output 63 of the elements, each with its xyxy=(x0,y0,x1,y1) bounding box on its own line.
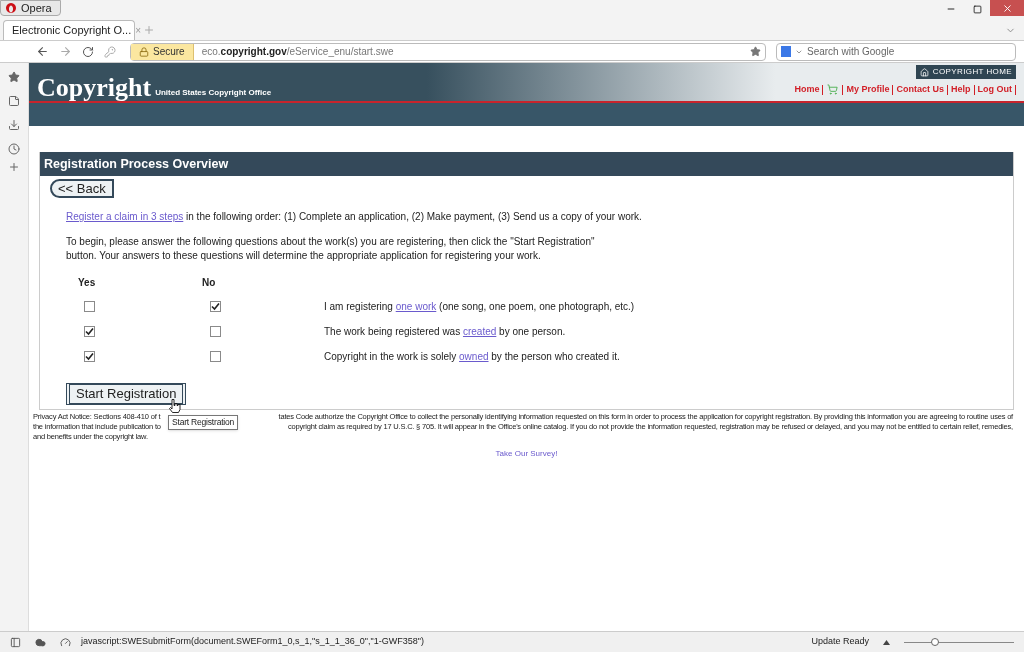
intro-text: Register a claim in 3 steps in the following order: (1) Complete an application, (2) Make payment, (3) Send us a copy of your work. xyxy=(66,210,643,224)
nav-link[interactable]: Log Out xyxy=(974,83,1015,97)
site-logo[interactable]: Copyright xyxy=(37,75,152,101)
checkbox[interactable] xyxy=(84,350,95,362)
up-arrow-icon[interactable] xyxy=(883,639,890,645)
bookmarks-icon[interactable] xyxy=(8,71,20,83)
instructions-text: To begin, please answer the following questions about the work(s) you are registering, then click the "Start Registration" button. Your answers to these questions will determine the appropriate application for registering your work. xyxy=(66,235,596,263)
checkbox[interactable] xyxy=(84,325,95,337)
url-text: eco.copyright.gov/eService_enu/start.swe xyxy=(200,45,394,59)
checkbox[interactable] xyxy=(210,325,221,337)
checkbox[interactable] xyxy=(210,350,221,362)
back-icon[interactable] xyxy=(36,45,49,58)
secure-label: Secure xyxy=(153,45,185,59)
house-icon xyxy=(919,67,929,77)
status-url: javascript:SWESubmitForm(document.SWEForm1_0,s_1,"s_1_1_36_0","1-GWF358") xyxy=(81,635,424,649)
downloads-icon[interactable] xyxy=(8,119,20,131)
tab-title: Electronic Copyright O... xyxy=(12,23,132,39)
speed-dial-icon[interactable] xyxy=(60,636,71,648)
term-link[interactable]: owned xyxy=(459,350,489,362)
close-button[interactable] xyxy=(990,0,1024,16)
nav-link[interactable]: My Profile xyxy=(843,83,893,97)
maximize-icon xyxy=(972,4,982,14)
app-menu-button[interactable]: Opera xyxy=(0,0,61,16)
steps-link[interactable]: Register a claim in 3 steps xyxy=(66,211,184,222)
reload-icon[interactable] xyxy=(82,45,94,58)
search-field[interactable]: Search with Google xyxy=(776,42,1016,61)
bookmark-star-icon[interactable] xyxy=(750,46,761,57)
cart-icon[interactable] xyxy=(827,84,839,96)
o-logo-icon xyxy=(5,2,17,14)
checkbox[interactable] xyxy=(210,300,221,312)
address-field[interactable]: Secure eco.copyright.gov/eService_enu/start.swe xyxy=(130,42,766,61)
notes-icon[interactable] xyxy=(8,95,20,107)
search-placeholder: Search with Google xyxy=(807,45,895,59)
nav-link[interactable]: Contact Us xyxy=(893,83,947,97)
forward-icon[interactable] xyxy=(59,45,72,58)
copyright-home-button[interactable]: COPYRIGHT HOME xyxy=(915,65,1016,79)
add-panel-icon[interactable] xyxy=(8,161,20,173)
question-text: The work being registered was created by one person. xyxy=(324,324,566,339)
survey-link[interactable]: Take Our Survey! xyxy=(495,448,558,460)
secure-badge[interactable]: Secure xyxy=(131,43,194,60)
column-header: No xyxy=(201,276,216,290)
zoom-slider[interactable] xyxy=(904,637,1014,647)
key-icon xyxy=(104,45,116,58)
site-subtitle: United States Copyright Office xyxy=(155,87,272,99)
term-link[interactable]: created xyxy=(462,325,497,337)
nav-link[interactable]: Home xyxy=(791,83,823,97)
term-link[interactable]: one work xyxy=(395,300,437,312)
cloud-icon[interactable] xyxy=(35,636,46,648)
checkbox[interactable] xyxy=(84,300,95,312)
nav-link[interactable]: Help xyxy=(948,83,974,97)
panel-title: Registration Process Overview xyxy=(44,155,229,173)
question-text: Copyright in the work is solely owned by the person who created it. xyxy=(324,349,620,364)
update-status[interactable]: Update Ready xyxy=(811,635,869,649)
lock-icon xyxy=(139,46,149,57)
tooltip: Start Registration xyxy=(168,415,239,430)
back-button[interactable]: << Back xyxy=(50,179,114,198)
column-header: Yes xyxy=(77,276,97,290)
start-registration-button[interactable]: Start Registration xyxy=(66,382,187,405)
history-icon[interactable] xyxy=(8,143,20,155)
slider-thumb[interactable] xyxy=(930,638,939,646)
panel-toggle-icon[interactable] xyxy=(10,636,21,648)
close-icon xyxy=(1001,2,1013,14)
question-text: I am registering one work (one song, one poem, one photograph, etc.) xyxy=(324,299,635,314)
